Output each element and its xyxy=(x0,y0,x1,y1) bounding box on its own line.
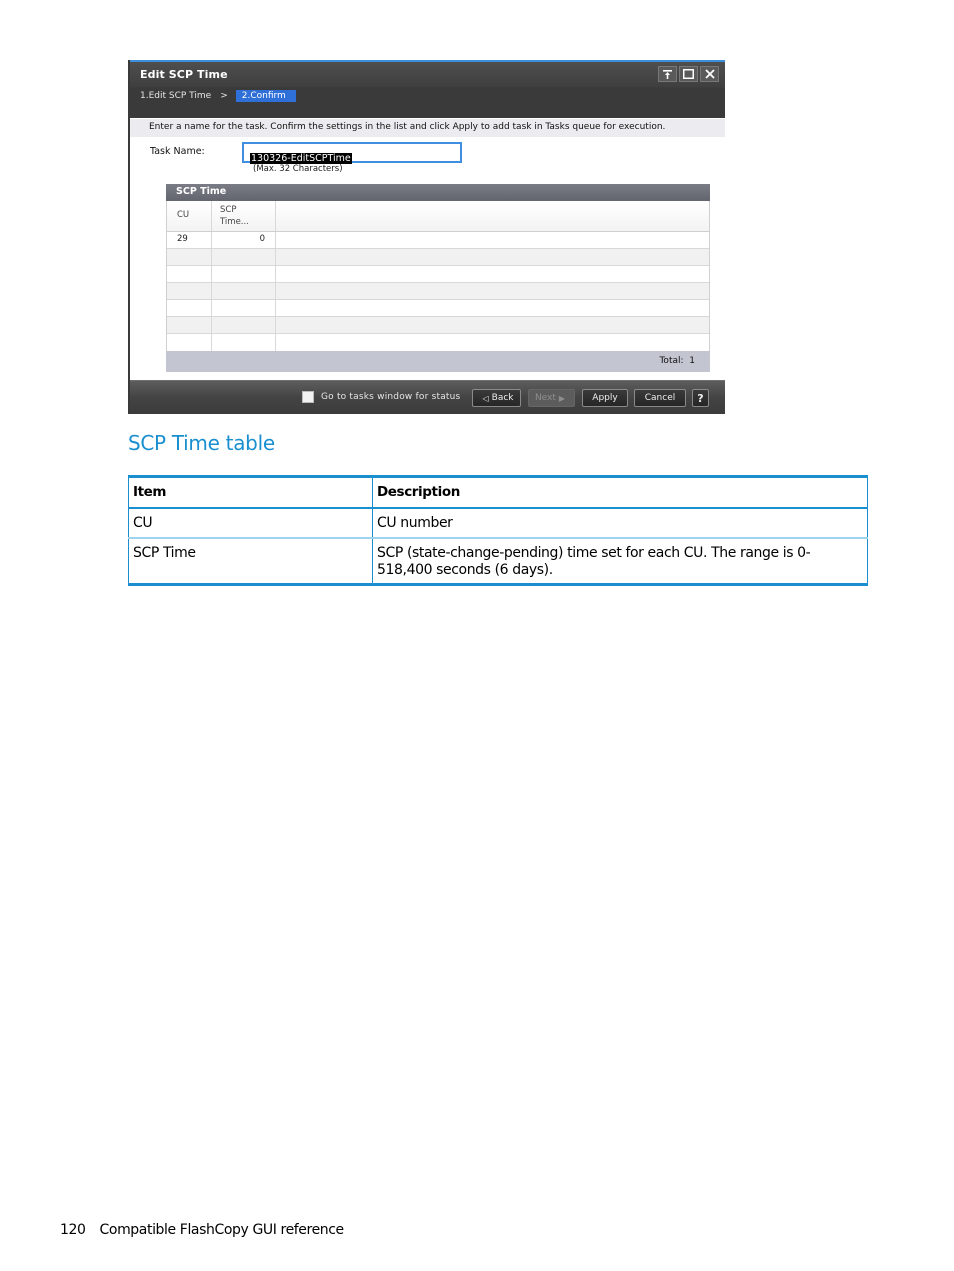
scp-time-reference-table: Item Description CU CU number SCP Time S… xyxy=(128,475,868,586)
cell-scp-time: 0 xyxy=(212,232,276,248)
task-name-value: 130326-EditSCPTime xyxy=(250,153,352,164)
cell-item: SCP Time xyxy=(128,537,373,584)
cell-empty xyxy=(167,300,212,316)
grid-row-empty xyxy=(167,249,709,266)
instruction-text: Enter a name for the task. Confirm the s… xyxy=(130,119,725,137)
cell-filler xyxy=(276,283,709,299)
cell-item: CU xyxy=(128,507,373,538)
next-label: Next xyxy=(534,393,556,403)
page-footer: 120 Compatible FlashCopy GUI reference xyxy=(60,1222,344,1238)
cell-cu: 29 xyxy=(167,232,212,248)
table-row: SCP Time SCP (state-change-pending) time… xyxy=(128,537,868,584)
table-row: CU CU number xyxy=(128,507,868,538)
step-edit-scp-time: 1.Edit SCP Time xyxy=(140,91,212,101)
cell-empty xyxy=(167,249,212,265)
header-item: Item xyxy=(128,476,373,508)
grid-title: SCP Time xyxy=(166,184,710,201)
cancel-label: Cancel xyxy=(644,393,676,403)
cell-description: SCP (state-change-pending) time set for … xyxy=(372,537,868,584)
step-confirm: 2.Confirm xyxy=(235,90,296,102)
cell-filler xyxy=(276,317,709,333)
column-header-cu[interactable]: CU xyxy=(167,201,212,231)
dialog-footer: Go to tasks window for status ◁ Back Next… xyxy=(130,380,725,414)
total-label: Total: xyxy=(659,356,684,366)
grid-total: Total: 1 xyxy=(166,351,710,372)
cancel-button[interactable]: Cancel xyxy=(634,389,686,407)
cell-empty xyxy=(167,283,212,299)
total-value: 1 xyxy=(689,356,695,366)
help-icon: ? xyxy=(697,391,704,405)
cell-empty xyxy=(167,334,212,351)
help-button[interactable]: ? xyxy=(692,389,709,407)
cell-empty xyxy=(167,266,212,282)
dialog-title: Edit SCP Time xyxy=(140,68,228,81)
grid-row-empty xyxy=(167,334,709,351)
grid-header-row: CU SCP Time... xyxy=(167,201,709,232)
cell-description: CU number xyxy=(372,507,868,538)
header-description: Description xyxy=(372,476,868,508)
back-label: Back xyxy=(491,393,514,403)
scp-time-grid: SCP Time CU SCP Time... 29 0 Total: 1 xyxy=(166,184,710,373)
grid-row-empty xyxy=(167,300,709,317)
grid-row[interactable]: 29 0 xyxy=(167,232,709,249)
cell-empty xyxy=(212,283,276,299)
pin-icon[interactable] xyxy=(658,66,677,82)
grid-row-empty xyxy=(167,317,709,334)
cell-filler xyxy=(276,300,709,316)
chevron-left-icon: ◁ xyxy=(482,393,489,403)
apply-button[interactable]: Apply xyxy=(582,389,628,407)
cell-empty xyxy=(212,334,276,351)
next-button[interactable]: Next ▶ xyxy=(528,389,575,407)
step-separator: > xyxy=(220,91,228,101)
cell-filler xyxy=(276,334,709,351)
go-to-tasks-checkbox[interactable] xyxy=(302,391,314,403)
cell-empty xyxy=(212,249,276,265)
column-header-filler xyxy=(276,201,709,231)
apply-label: Apply xyxy=(592,393,618,403)
dialog-header: Edit SCP Time 1.Edit SCP Time > 2.Confir… xyxy=(130,62,725,118)
cell-filler xyxy=(276,266,709,282)
cell-empty xyxy=(167,317,212,333)
section-title: SCP Time table xyxy=(128,431,275,455)
cell-empty xyxy=(212,317,276,333)
grid-body: CU SCP Time... 29 0 xyxy=(166,201,710,351)
wizard-steps: 1.Edit SCP Time > 2.Confirm xyxy=(140,90,296,102)
table-header-row: Item Description xyxy=(128,476,868,508)
task-name-input[interactable]: 130326-EditSCPTime xyxy=(242,142,462,164)
back-button[interactable]: ◁ Back xyxy=(472,389,521,407)
task-name-hint: (Max. 32 Characters) xyxy=(253,164,343,174)
page-number: 120 xyxy=(60,1222,86,1238)
grid-row-empty xyxy=(167,266,709,283)
close-icon[interactable] xyxy=(700,66,719,82)
maximize-icon[interactable] xyxy=(679,66,698,82)
column-header-scp-time[interactable]: SCP Time... xyxy=(212,201,276,231)
go-to-tasks-label: Go to tasks window for status xyxy=(321,392,461,402)
cell-filler xyxy=(276,249,709,265)
go-to-tasks-option: Go to tasks window for status xyxy=(302,391,460,403)
footer-chapter-title: Compatible FlashCopy GUI reference xyxy=(99,1222,345,1238)
window-controls xyxy=(658,66,719,82)
grid-row-empty xyxy=(167,283,709,300)
cell-filler xyxy=(276,232,709,248)
task-name-label: Task Name: xyxy=(150,146,205,157)
chevron-right-icon: ▶ xyxy=(558,393,566,403)
cell-empty xyxy=(212,266,276,282)
edit-scp-time-dialog: Edit SCP Time 1.Edit SCP Time > 2.Confir… xyxy=(128,60,725,414)
cell-empty xyxy=(212,300,276,316)
